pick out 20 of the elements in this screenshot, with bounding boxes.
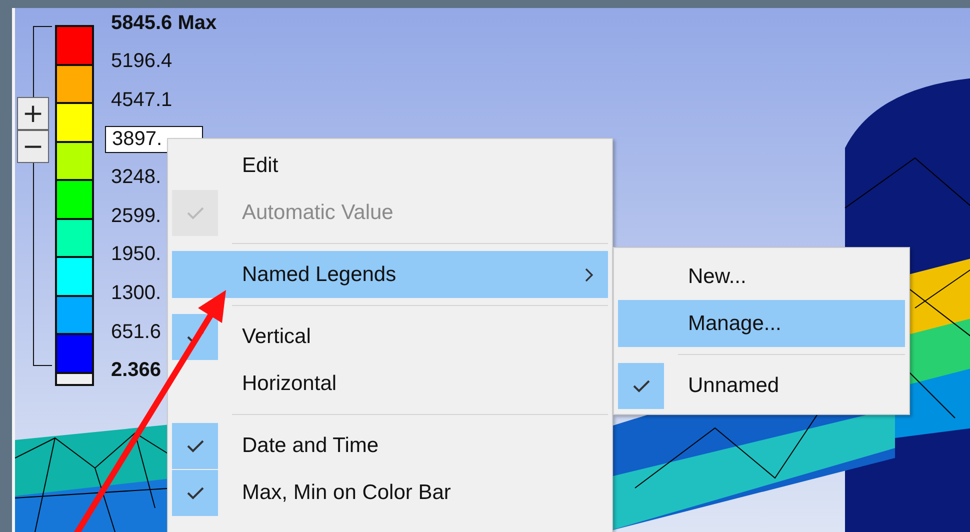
legend-value: 5845.6 Max xyxy=(111,12,217,35)
legend-value: 2.366 xyxy=(111,359,162,382)
chevron-right-icon xyxy=(584,266,594,282)
menu-item[interactable]: Horizontal xyxy=(172,360,608,407)
legend-value: 5196.4 xyxy=(111,50,172,74)
menu-item[interactable]: Unnamed xyxy=(618,362,905,409)
legend-value: 4547.1 xyxy=(111,88,172,112)
increase-button[interactable]: + xyxy=(17,97,49,130)
decrease-button[interactable]: − xyxy=(17,130,49,163)
menu-item[interactable]: Date and Time xyxy=(172,422,608,469)
menu-item[interactable]: Named Legends xyxy=(172,251,608,298)
menu-item[interactable]: Max, Min on Color Bar xyxy=(172,469,608,516)
legend-value: 1300. xyxy=(111,282,162,305)
legend-value: 1950. xyxy=(111,243,162,266)
menu-item[interactable]: Manage... xyxy=(618,300,905,347)
menu-item[interactable]: New... xyxy=(618,253,905,300)
menu-item[interactable]: Vertical xyxy=(172,313,608,360)
legend-value: 651.6 xyxy=(111,320,162,344)
legend-value: 2599. xyxy=(111,204,162,228)
legend-value: 3248. xyxy=(111,166,162,190)
